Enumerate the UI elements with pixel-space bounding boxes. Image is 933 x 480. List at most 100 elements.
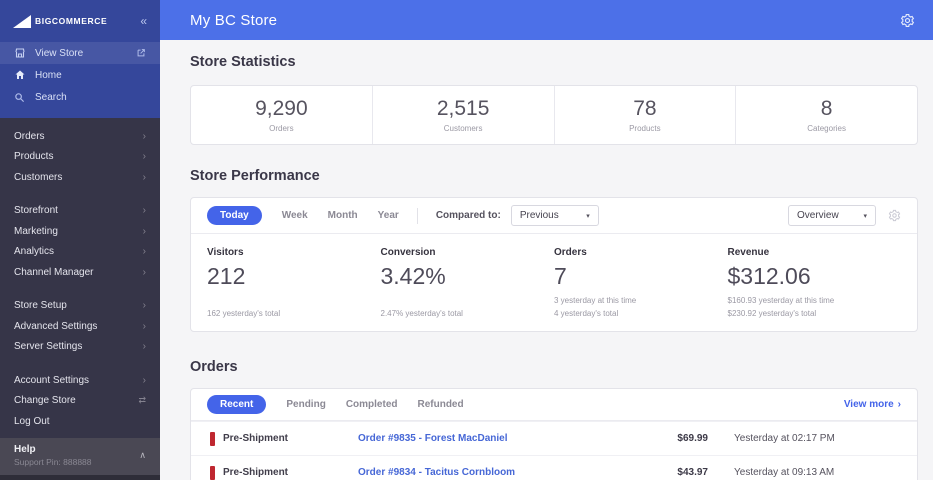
support-pin: Support Pin: 888888	[14, 457, 92, 467]
order-row: Pre-Shipment Order #9834 - Tacitus Cornb…	[191, 455, 917, 480]
sidebar-item-search[interactable]: Search	[0, 86, 160, 108]
tab-pending[interactable]: Pending	[286, 399, 325, 410]
metric-conversion: Conversion 3.42% 2.47% yesterday's total	[381, 247, 555, 320]
store-title: My BC Store	[190, 11, 278, 29]
order-status: Pre-Shipment	[203, 431, 358, 446]
sidebar-item-change-store[interactable]: Change Store ⇄	[0, 391, 160, 412]
sidebar-item-products[interactable]: Products ›	[0, 147, 160, 168]
sidebar-collapse-icon[interactable]: «	[140, 14, 147, 28]
sidebar-item-store-setup[interactable]: Store Setup ›	[0, 296, 160, 317]
sidebar-item-log-out[interactable]: Log Out	[0, 411, 160, 432]
metric-value: 7	[554, 263, 567, 289]
storefront-icon	[13, 47, 26, 59]
order-status-label: Pre-Shipment	[223, 467, 289, 478]
sidebar-item-marketing[interactable]: Marketing ›	[0, 221, 160, 242]
metric-label: Orders	[554, 247, 587, 258]
tab-month[interactable]: Month	[328, 210, 358, 221]
menu-label: Marketing	[14, 225, 58, 237]
metric-note: 4 yesterday's total	[554, 309, 619, 318]
stat-customers: 2,515 Customers	[373, 86, 555, 144]
chevron-right-icon: ›	[142, 171, 146, 183]
tab-week[interactable]: Week	[282, 210, 308, 221]
order-time: Yesterday at 09:13 AM	[734, 467, 835, 478]
top-header: My BC Store	[160, 0, 933, 40]
chevron-right-icon: ›	[142, 374, 146, 386]
help-title: Help	[14, 444, 36, 455]
help-panel[interactable]: Help Support Pin: 888888 ∧	[0, 438, 160, 475]
metric-value: $312.06	[727, 263, 811, 289]
sidebar-item-view-store[interactable]: View Store	[0, 42, 160, 64]
order-link[interactable]: Order #9834 - Tacitus Cornbloom	[358, 467, 623, 478]
tab-refunded[interactable]: Refunded	[417, 399, 463, 410]
tab-completed[interactable]: Completed	[346, 399, 398, 410]
menu-label: Account Settings	[14, 374, 90, 386]
external-link-icon	[134, 48, 147, 58]
sidebar-item-account-settings[interactable]: Account Settings ›	[0, 370, 160, 391]
metric-visitors: Visitors 212 162 yesterday's total	[207, 247, 381, 320]
menu-label: Customers	[14, 171, 63, 183]
gear-icon[interactable]	[900, 13, 915, 28]
content-area: Store Statistics 9,290 Orders 2,515 Cust…	[160, 40, 933, 480]
chevron-right-icon: ›	[142, 225, 146, 237]
stat-value: 2,515	[436, 97, 490, 120]
tab-recent[interactable]: Recent	[207, 395, 267, 414]
order-row: Pre-Shipment Order #9835 - Forest MacDan…	[191, 421, 917, 455]
chevron-right-icon: ›	[142, 300, 146, 312]
logo-text: BIGCOMMERCE	[35, 16, 108, 26]
order-time: Yesterday at 02:17 PM	[734, 433, 835, 444]
chevron-right-icon: ›	[897, 399, 901, 410]
metric-note: 2.47% yesterday's total	[380, 309, 463, 318]
menu-label: Change Store	[14, 395, 76, 407]
stat-label: Categories	[807, 124, 846, 133]
view-select[interactable]: Overview ▾	[788, 205, 876, 226]
search-icon	[13, 92, 26, 103]
stat-categories: 8 Categories	[736, 86, 917, 144]
stat-value: 78	[633, 97, 657, 120]
metric-value: 3.42%	[380, 263, 446, 289]
orders-tabs: Recent Pending Completed Refunded View m…	[191, 389, 917, 421]
stat-value: 9,290	[255, 97, 308, 120]
sidebar-item-home[interactable]: Home	[0, 64, 160, 86]
view-more-label: View more	[843, 399, 894, 410]
sidebar-item-customers[interactable]: Customers ›	[0, 167, 160, 188]
stat-products: 78 Products	[555, 86, 737, 144]
tab-today[interactable]: Today	[207, 206, 262, 225]
sidebar-item-channel-manager[interactable]: Channel Manager ›	[0, 262, 160, 283]
compare-select[interactable]: Previous ▾	[510, 205, 599, 226]
order-link[interactable]: Order #9835 - Forest MacDaniel	[358, 433, 623, 444]
order-amount: $43.97	[677, 467, 708, 478]
view-select-value: Overview	[797, 210, 839, 221]
store-statistics-heading: Store Statistics	[190, 54, 296, 70]
store-statistics-card: 9,290 Orders 2,515 Customers 78 Products…	[190, 85, 918, 145]
performance-gear-icon[interactable]	[888, 209, 901, 222]
menu-label: Products	[14, 151, 54, 163]
sidebar-item-orders[interactable]: Orders ›	[0, 126, 160, 147]
sidebar-top: BIGCOMMERCE « View Store Home Search	[0, 0, 160, 118]
sidebar-item-label: Search	[35, 91, 67, 103]
store-performance-card: Today Week Month Year Compared to: Previ…	[190, 197, 918, 332]
sidebar-item-storefront[interactable]: Storefront ›	[0, 201, 160, 222]
status-bar-pre-shipment	[210, 431, 215, 446]
view-more-link[interactable]: View more ›	[844, 399, 901, 410]
chevron-right-icon: ›	[142, 246, 146, 258]
order-status-label: Pre-Shipment	[223, 433, 289, 444]
sidebar-item-advanced-settings[interactable]: Advanced Settings ›	[0, 316, 160, 337]
logo-sail-icon	[13, 14, 31, 28]
metric-revenue: Revenue $312.06 $160.93 yesterday at thi…	[728, 247, 902, 320]
metric-label: Revenue	[727, 247, 770, 258]
sidebar-item-analytics[interactable]: Analytics ›	[0, 242, 160, 263]
sidebar: BIGCOMMERCE « View Store Home Search Ord…	[0, 0, 160, 480]
menu-label: Storefront	[14, 205, 58, 217]
sidebar-item-server-settings[interactable]: Server Settings ›	[0, 337, 160, 358]
status-bar-pre-shipment	[210, 465, 215, 480]
orders-heading: Orders	[190, 359, 238, 375]
menu-label: Server Settings	[14, 341, 83, 353]
orders-card: Recent Pending Completed Refunded View m…	[190, 388, 918, 480]
menu-label: Store Setup	[14, 300, 67, 312]
sidebar-item-label: Home	[35, 69, 62, 81]
main-area: My BC Store Store Statistics 9,290 Order…	[160, 0, 933, 480]
tab-year[interactable]: Year	[378, 210, 399, 221]
stat-label: Customers	[443, 124, 483, 133]
stat-value: 8	[820, 97, 833, 120]
metric-note: 162 yesterday's total	[207, 309, 281, 318]
